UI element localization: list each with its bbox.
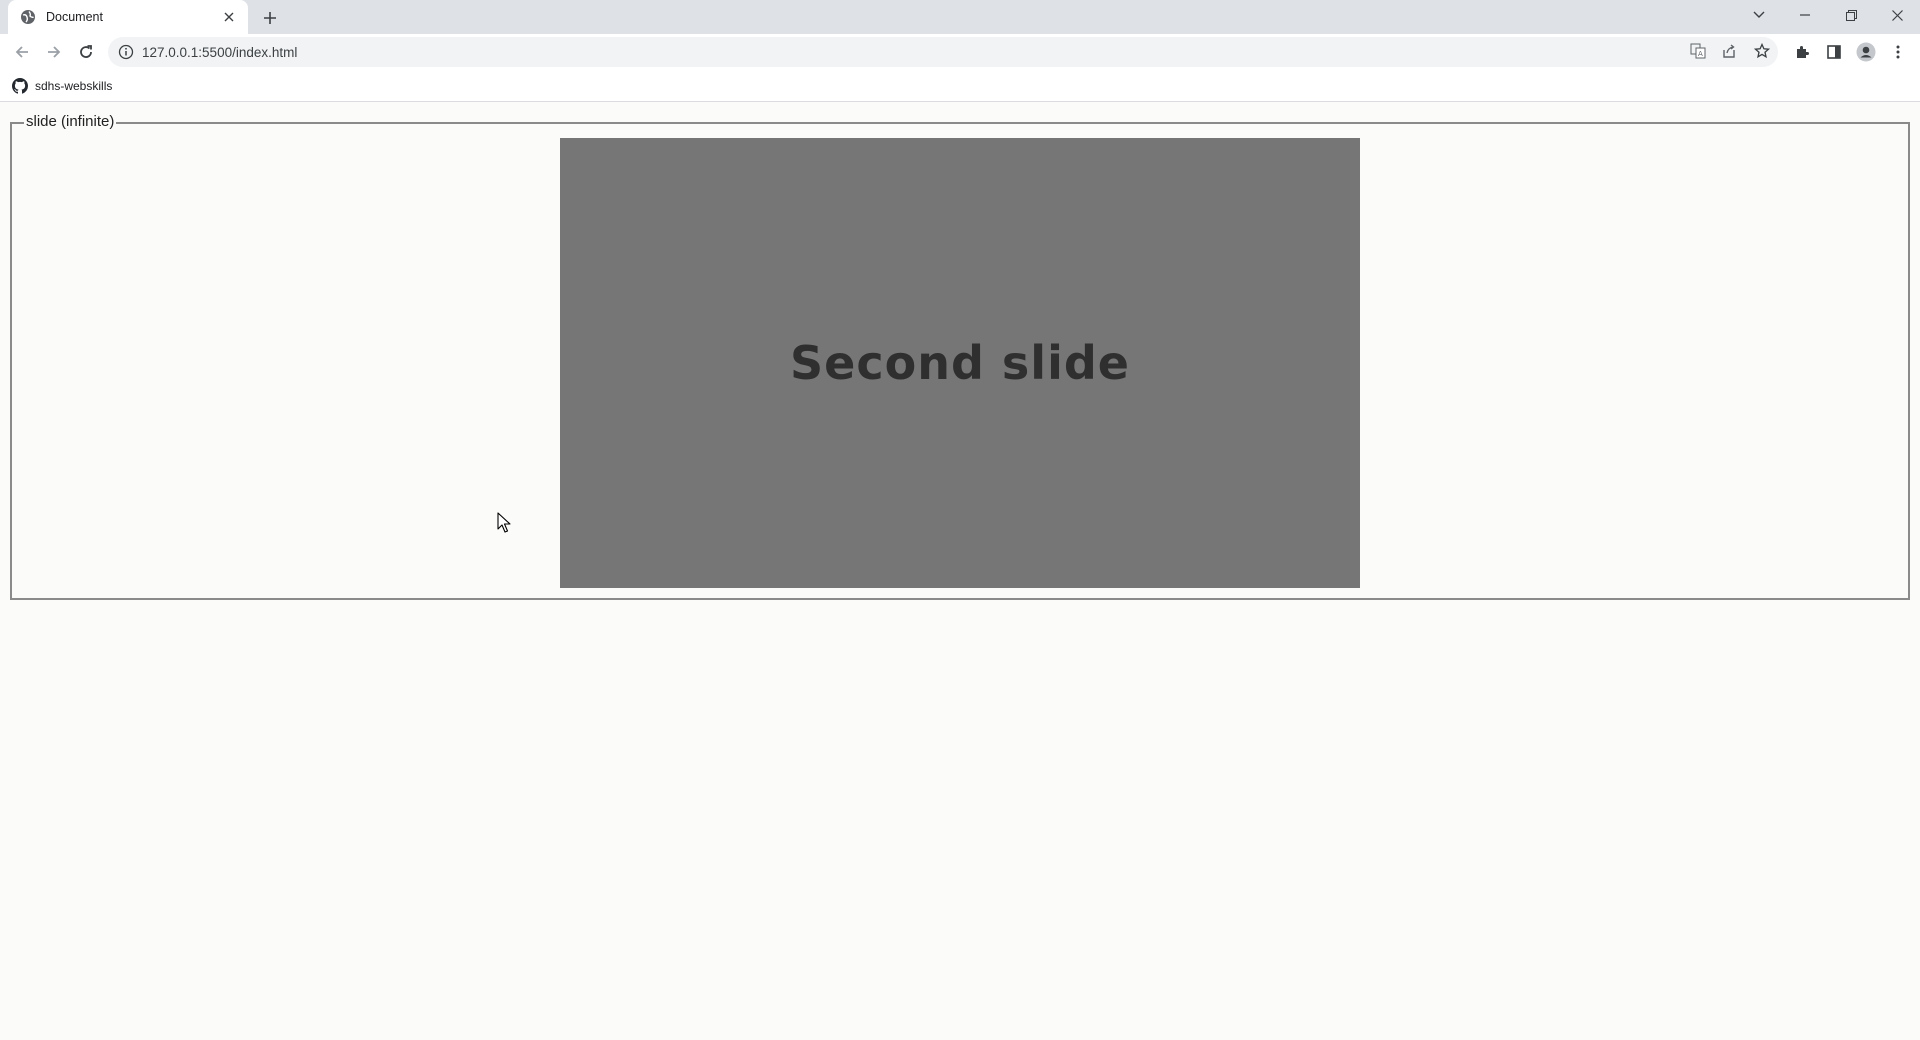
tab-document[interactable]: Document	[8, 0, 248, 34]
menu-icon[interactable]	[1886, 40, 1910, 64]
url-text: 127.0.0.1:5500/index.html	[142, 44, 298, 60]
tab-strip: Document	[0, 0, 1920, 34]
share-icon[interactable]	[1718, 40, 1740, 62]
svg-text:A: A	[1698, 50, 1703, 58]
forward-icon[interactable]	[42, 40, 66, 64]
reload-icon[interactable]	[74, 40, 98, 64]
slide-current: Second slide	[560, 138, 1360, 588]
minimize-icon[interactable]	[1782, 0, 1828, 30]
translate-icon[interactable]: A	[1687, 40, 1709, 62]
bookmark-sdhs-webskills[interactable]: sdhs-webskills	[12, 76, 112, 96]
address-bar[interactable]: 127.0.0.1:5500/index.html	[108, 37, 1778, 67]
mouse-cursor-icon	[497, 512, 511, 534]
toolbar: 127.0.0.1:5500/index.html A	[0, 34, 1920, 70]
fieldset-legend: slide (infinite)	[24, 112, 117, 132]
globe-icon	[20, 9, 36, 25]
tab-title: Document	[46, 10, 103, 24]
extensions-icon[interactable]	[1790, 40, 1814, 64]
bookmark-label: sdhs-webskills	[35, 79, 113, 93]
star-icon[interactable]	[1751, 40, 1773, 62]
chevron-down-icon[interactable]	[1736, 0, 1782, 30]
close-icon[interactable]	[220, 8, 238, 26]
github-icon	[12, 78, 28, 94]
slide-label: Second slide	[790, 336, 1130, 390]
window-close-icon[interactable]	[1874, 0, 1920, 30]
info-icon[interactable]	[118, 44, 134, 60]
bookmarks-bar: sdhs-webskills	[0, 70, 1920, 102]
page-content: slide (infinite) Second slide	[0, 102, 1920, 1040]
profile-icon[interactable]	[1854, 40, 1878, 64]
back-icon[interactable]	[10, 40, 34, 64]
plus-icon[interactable]	[258, 6, 282, 30]
slide-fieldset: slide (infinite) Second slide	[10, 112, 1910, 600]
restore-icon[interactable]	[1828, 0, 1874, 30]
side-panel-icon[interactable]	[1822, 40, 1846, 64]
